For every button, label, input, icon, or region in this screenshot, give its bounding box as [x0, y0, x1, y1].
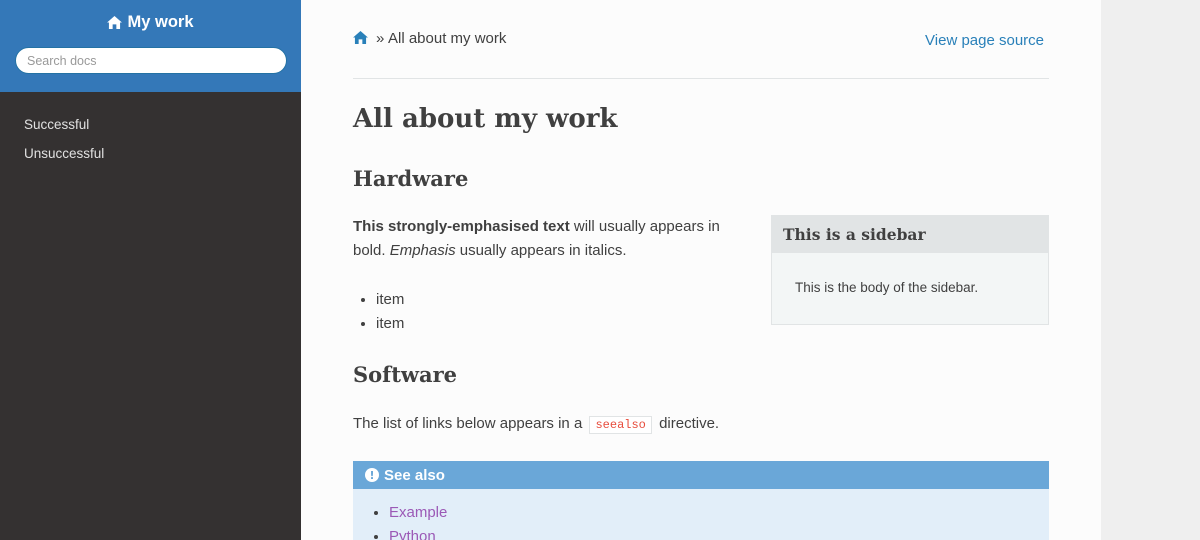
hardware-paragraph: This strongly-emphasised text will usual… — [353, 215, 753, 263]
breadcrumb-home-icon[interactable] — [353, 31, 368, 48]
sidebar-item-unsuccessful[interactable]: Unsuccessful — [0, 139, 301, 168]
seealso-link-list: Example Python — [353, 489, 1049, 540]
divider — [353, 78, 1049, 79]
sidebar: My work Successful Unsuccessful — [0, 0, 301, 540]
seealso-title: See also — [384, 466, 445, 484]
view-page-source-link[interactable]: View page source — [925, 32, 1044, 49]
search-input[interactable] — [15, 47, 287, 74]
software-paragraph: The list of links below appears in a see… — [353, 412, 719, 437]
list-item: Example — [389, 501, 1049, 525]
seealso-admonition: ! See also Example Python — [353, 461, 1049, 540]
section-heading-software: Software — [353, 362, 458, 387]
breadcrumb: » All about my work View page source — [353, 30, 1049, 56]
section-heading-hardware: Hardware — [353, 166, 469, 191]
list-item: Python — [389, 525, 1049, 540]
home-icon — [107, 16, 123, 29]
content-sidebar: This is a sidebar This is the body of th… — [771, 215, 1049, 325]
content-sidebar-title: This is a sidebar — [772, 216, 1048, 253]
inline-code: seealso — [589, 416, 652, 434]
list-item: item — [376, 288, 404, 312]
link-python[interactable]: Python — [389, 528, 436, 540]
bullet-list: item item — [376, 288, 404, 336]
link-example[interactable]: Example — [389, 504, 447, 521]
emphasis-text: Emphasis — [389, 242, 456, 259]
strong-text: This strongly-emphasised text — [353, 218, 570, 235]
right-gutter — [1101, 0, 1200, 540]
sidebar-nav: Successful Unsuccessful — [0, 92, 301, 168]
paragraph-text-end: directive. — [659, 415, 720, 432]
search-container — [15, 47, 287, 74]
seealso-title-bar: ! See also — [353, 461, 1049, 489]
list-item: item — [376, 312, 404, 336]
content-sidebar-body: This is the body of the sidebar. — [795, 280, 979, 295]
project-home-link[interactable]: My work — [107, 13, 194, 32]
paragraph-text: The list of links below appears in a — [353, 415, 583, 432]
breadcrumb-current: All about my work — [388, 30, 507, 47]
project-title: My work — [127, 13, 194, 31]
page-title: All about my work — [353, 104, 618, 134]
info-icon: ! — [365, 468, 379, 482]
sidebar-item-successful[interactable]: Successful — [0, 110, 301, 139]
sidebar-header: My work — [0, 0, 301, 92]
breadcrumb-separator: » — [376, 30, 385, 47]
paragraph-text-end: usually appears in italics. — [455, 242, 627, 259]
